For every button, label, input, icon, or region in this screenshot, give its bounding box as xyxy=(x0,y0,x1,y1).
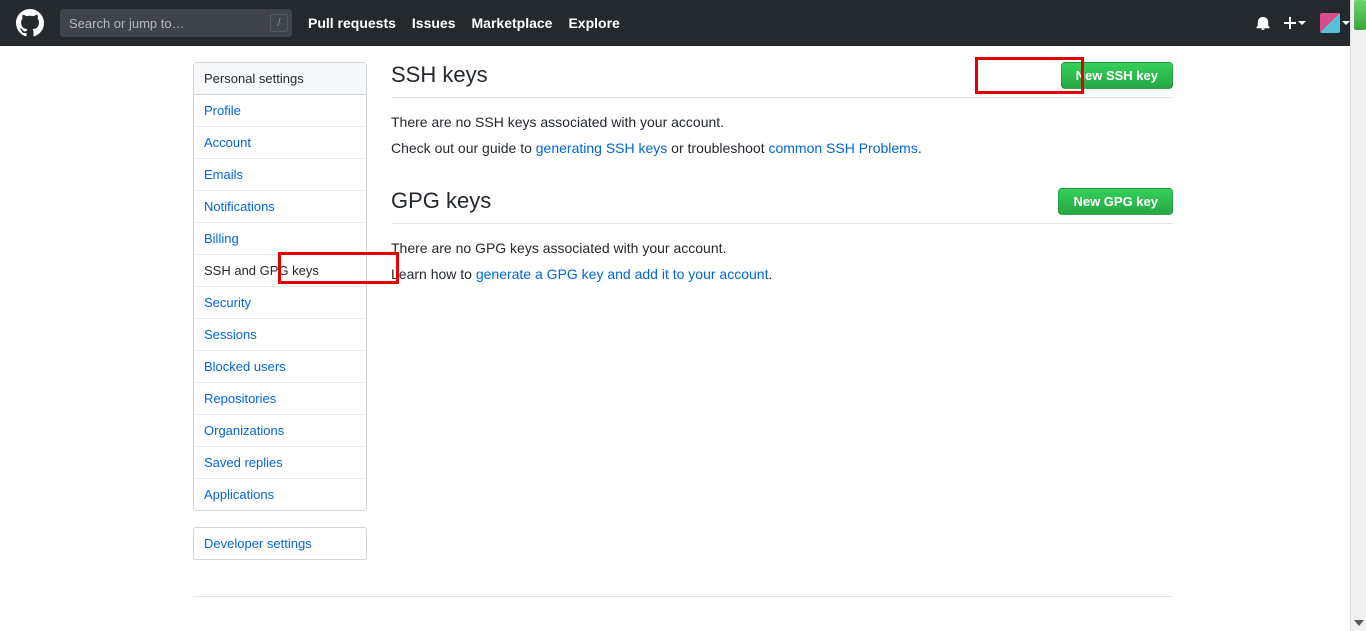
gpg-section: GPG keys New GPG key There are no GPG ke… xyxy=(391,188,1173,282)
ssh-heading: SSH keys xyxy=(391,62,488,88)
ssh-section: SSH keys New SSH key There are no SSH ke… xyxy=(391,62,1173,156)
settings-content: SSH keys New SSH key There are no SSH ke… xyxy=(391,62,1173,576)
nav-marketplace[interactable]: Marketplace xyxy=(472,15,553,31)
search-input[interactable] xyxy=(60,9,292,37)
nav-pull-requests[interactable]: Pull requests xyxy=(308,15,396,31)
sidebar-item-ssh-gpg-keys[interactable]: SSH and GPG keys xyxy=(194,255,366,287)
gpg-help-text: Learn how to generate a GPG key and add … xyxy=(391,266,1173,282)
slash-key-hint: / xyxy=(270,14,288,32)
ssh-empty-message: There are no SSH keys associated with yo… xyxy=(391,114,1173,130)
sidebar-item-notifications[interactable]: Notifications xyxy=(194,191,366,223)
settings-page: Personal settings Profile Account Emails… xyxy=(193,46,1173,576)
sidebar-item-applications[interactable]: Applications xyxy=(194,479,366,510)
generate-gpg-key-link[interactable]: generate a GPG key and add it to your ac… xyxy=(476,266,769,282)
scrollbar[interactable] xyxy=(1350,0,1366,631)
nav-issues[interactable]: Issues xyxy=(412,15,456,31)
sidebar-item-organizations[interactable]: Organizations xyxy=(194,415,366,447)
ssh-help-text: Check out our guide to generating SSH ke… xyxy=(391,140,1173,156)
window-decoration xyxy=(1354,0,1366,30)
sidebar-item-account[interactable]: Account xyxy=(194,127,366,159)
sidebar-heading: Personal settings xyxy=(194,63,366,95)
sidebar-item-billing[interactable]: Billing xyxy=(194,223,366,255)
sidebar-item-developer-settings[interactable]: Developer settings xyxy=(194,528,366,559)
gpg-heading: GPG keys xyxy=(391,188,491,214)
scroll-down-button[interactable] xyxy=(1351,615,1366,631)
sidebar-item-blocked-users[interactable]: Blocked users xyxy=(194,351,366,383)
primary-nav: Pull requests Issues Marketplace Explore xyxy=(308,15,620,31)
sidebar-item-sessions[interactable]: Sessions xyxy=(194,319,366,351)
ssh-help-mid: or troubleshoot xyxy=(667,140,768,156)
avatar xyxy=(1320,13,1340,33)
chevron-down-icon xyxy=(1342,21,1350,25)
global-header: / Pull requests Issues Marketplace Explo… xyxy=(0,0,1366,46)
new-gpg-key-button[interactable]: New GPG key xyxy=(1058,188,1173,215)
gpg-help-pre: Learn how to xyxy=(391,266,476,282)
nav-explore[interactable]: Explore xyxy=(568,15,619,31)
bell-icon[interactable] xyxy=(1256,16,1270,30)
personal-settings-list: Personal settings Profile Account Emails… xyxy=(193,62,367,511)
developer-settings-list: Developer settings xyxy=(193,527,367,560)
gpg-help-end: . xyxy=(768,266,772,282)
ssh-help-end: . xyxy=(918,140,922,156)
generating-ssh-keys-link[interactable]: generating SSH keys xyxy=(536,140,668,156)
sidebar-item-profile[interactable]: Profile xyxy=(194,95,366,127)
ssh-help-pre: Check out our guide to xyxy=(391,140,536,156)
settings-sidebar: Personal settings Profile Account Emails… xyxy=(193,62,367,576)
sidebar-item-security[interactable]: Security xyxy=(194,287,366,319)
global-search: / xyxy=(60,9,292,37)
chevron-down-icon xyxy=(1298,21,1306,25)
sidebar-item-repositories[interactable]: Repositories xyxy=(194,383,366,415)
user-menu[interactable] xyxy=(1320,13,1350,33)
common-ssh-problems-link[interactable]: common SSH Problems xyxy=(768,140,917,156)
sidebar-item-saved-replies[interactable]: Saved replies xyxy=(194,447,366,479)
github-logo[interactable] xyxy=(16,9,44,37)
new-ssh-key-button[interactable]: New SSH key xyxy=(1061,62,1173,89)
gpg-empty-message: There are no GPG keys associated with yo… xyxy=(391,240,1173,256)
footer-separator xyxy=(193,596,1173,597)
create-new-dropdown[interactable] xyxy=(1284,17,1306,29)
sidebar-item-emails[interactable]: Emails xyxy=(194,159,366,191)
